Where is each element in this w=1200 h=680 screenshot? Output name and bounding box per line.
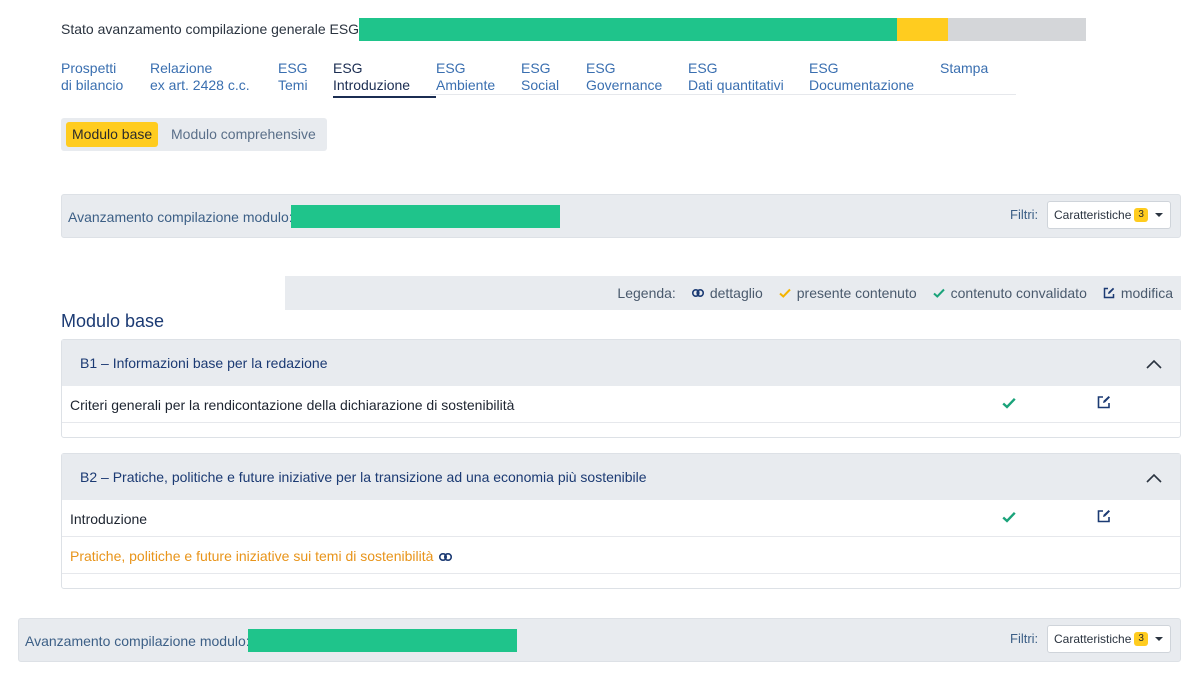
tab-esg-temi[interactable]: ESG Temi bbox=[278, 60, 308, 94]
tab-esg-ambiente[interactable]: ESG Ambiente bbox=[436, 60, 495, 94]
accordion-header-b2[interactable]: B2 – Pratiche, politiche e future inizia… bbox=[62, 454, 1180, 500]
accordion-title-b2: B2 – Pratiche, politiche e future inizia… bbox=[80, 469, 647, 485]
caret-down-icon bbox=[1154, 213, 1163, 217]
edit-icon[interactable] bbox=[1097, 509, 1111, 526]
check-icon-yellow bbox=[779, 288, 791, 298]
filter-dropdown[interactable]: Caratteristiche 3 bbox=[1047, 625, 1171, 653]
progress-segment-complete bbox=[359, 18, 897, 41]
legend-bar: Legenda: dettaglio presente contenuto co… bbox=[285, 276, 1181, 310]
tab-esg-social[interactable]: ESG Social bbox=[521, 60, 559, 94]
edit-icon[interactable] bbox=[1097, 395, 1111, 412]
module-progress-panel-top: Avanzamento compilazione modulo: Filtri:… bbox=[61, 194, 1181, 238]
overall-progress-label: Stato avanzamento compilazione generale … bbox=[61, 21, 363, 37]
tab-esg-governance[interactable]: ESG Governance bbox=[586, 60, 662, 94]
module-progress-label: Avanzamento compilazione modulo: bbox=[68, 209, 293, 225]
tab-relazione[interactable]: Relazione ex art. 2428 c.c. bbox=[150, 60, 250, 94]
module-progress-label: Avanzamento compilazione modulo: bbox=[25, 633, 250, 649]
overall-progress-bar bbox=[359, 18, 1086, 41]
table-row: Pratiche, politiche e future iniziative … bbox=[62, 537, 1180, 574]
link-icon bbox=[439, 548, 453, 564]
legend-item-present: presente contenuto bbox=[779, 285, 917, 301]
tab-esg-documentazione[interactable]: ESG Documentazione bbox=[809, 60, 914, 94]
filter-dropdown-value: Caratteristiche bbox=[1054, 208, 1132, 222]
filters-label: Filtri: bbox=[1010, 631, 1039, 646]
accordion-header-b1[interactable]: B1 – Informazioni base per la redazione bbox=[62, 340, 1180, 386]
module-comprehensive-button[interactable]: Modulo comprehensive bbox=[165, 122, 322, 147]
module-progress-bar bbox=[248, 629, 517, 652]
chevron-up-icon[interactable] bbox=[1146, 470, 1162, 486]
edit-icon bbox=[1103, 287, 1115, 299]
table-row: Introduzione bbox=[62, 500, 1180, 537]
accordion-b1: B1 – Informazioni base per la redazione … bbox=[61, 339, 1181, 438]
accordion-title-b1: B1 – Informazioni base per la redazione bbox=[80, 355, 328, 371]
check-icon-green bbox=[932, 288, 945, 298]
module-progress-bar bbox=[291, 205, 560, 228]
tab-esg-dati-quantitativi[interactable]: ESG Dati quantitativi bbox=[688, 60, 784, 94]
tabs-divider bbox=[430, 94, 1016, 95]
progress-segment-empty bbox=[947, 18, 1086, 41]
legend-item-detail: dettaglio bbox=[691, 285, 763, 301]
link-icon bbox=[691, 289, 704, 297]
legend-title: Legenda: bbox=[617, 285, 676, 301]
filter-dropdown-value: Caratteristiche bbox=[1054, 632, 1132, 646]
progress-segment-partial bbox=[896, 18, 948, 41]
row-label: Criteri generali per la rendicontazione … bbox=[70, 397, 515, 413]
chevron-up-icon[interactable] bbox=[1146, 356, 1162, 372]
module-progress-panel-bottom: Avanzamento compilazione modulo: Filtri:… bbox=[18, 618, 1181, 662]
row-label: Introduzione bbox=[70, 511, 148, 527]
legend-item-edit: modifica bbox=[1103, 285, 1173, 301]
tab-esg-introduzione[interactable]: ESG Introduzione bbox=[333, 60, 437, 98]
section-title: Modulo base bbox=[61, 311, 165, 331]
validated-check-icon bbox=[1002, 510, 1016, 526]
accordion-b2: B2 – Pratiche, politiche e future inizia… bbox=[61, 453, 1181, 589]
legend-item-validated: contenuto convalidato bbox=[932, 285, 1087, 301]
module-base-button[interactable]: Modulo base bbox=[66, 122, 159, 147]
caret-down-icon bbox=[1154, 637, 1163, 641]
table-row: Criteri generali per la rendicontazione … bbox=[62, 386, 1180, 423]
tab-prospetti-di-bilancio[interactable]: Prospetti di bilancio bbox=[61, 60, 123, 94]
tab-stampa[interactable]: Stampa bbox=[940, 60, 988, 77]
filter-count-badge: 3 bbox=[1134, 208, 1148, 222]
filters-label: Filtri: bbox=[1010, 207, 1039, 222]
module-switch: Modulo base Modulo comprehensive bbox=[61, 118, 327, 151]
filter-count-badge: 3 bbox=[1134, 632, 1148, 646]
filter-dropdown[interactable]: Caratteristiche 3 bbox=[1047, 201, 1171, 229]
validated-check-icon bbox=[1002, 396, 1016, 412]
detail-link[interactable]: Pratiche, politiche e future iniziative … bbox=[70, 548, 453, 564]
